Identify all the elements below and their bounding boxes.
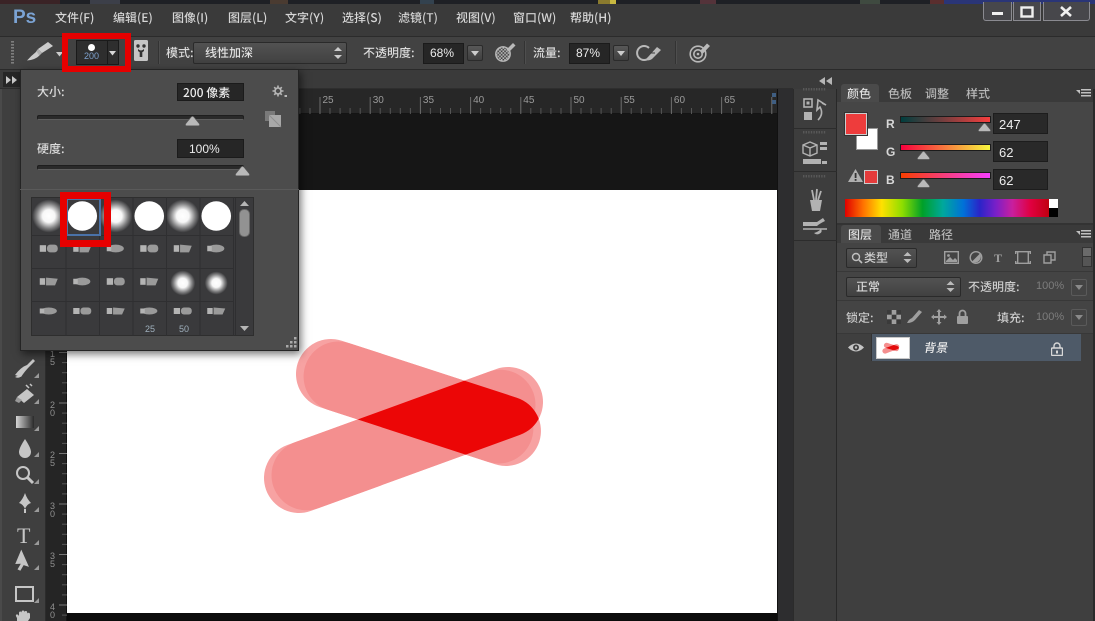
svg-text:T: T bbox=[17, 524, 31, 548]
